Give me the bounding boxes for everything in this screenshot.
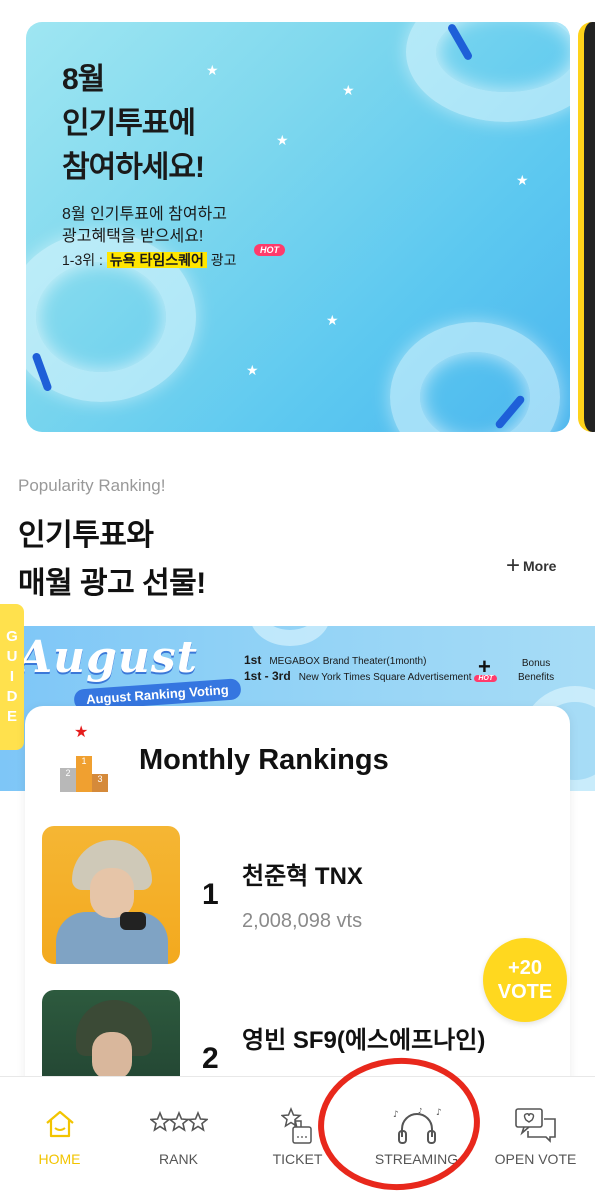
home-icon bbox=[45, 1110, 74, 1138]
bonus-benefits-text: Bonus Benefits bbox=[518, 658, 555, 683]
artist-name: 천준혁 TNX bbox=[242, 863, 363, 890]
star-icon: ★ bbox=[516, 172, 529, 188]
svg-text:♪: ♪ bbox=[393, 1110, 399, 1120]
headphones-icon: ♪ ♪ ♪ bbox=[393, 1107, 442, 1144]
star-icon: ★ bbox=[206, 62, 219, 78]
nav-ticket[interactable]: TICKET bbox=[238, 1077, 357, 1200]
artist-name: 영빈 SF9(에스에프나인) bbox=[242, 1027, 486, 1054]
nav-streaming[interactable]: ♪ ♪ ♪ STREAMING bbox=[357, 1077, 476, 1200]
plus-vote-button[interactable]: +20 VOTE bbox=[483, 938, 567, 1022]
vote-count: 2,008,098 vts bbox=[242, 910, 363, 932]
ticket-icon bbox=[280, 1107, 312, 1144]
plus-icon: + bbox=[506, 552, 521, 579]
svg-text:♪: ♪ bbox=[436, 1108, 442, 1118]
star-icon: ★ bbox=[246, 362, 259, 378]
ranking-row[interactable]: 1 천준혁 TNX 2,008,098 vts bbox=[42, 826, 542, 966]
podium-icon: ★ 2 1 3 bbox=[59, 722, 109, 792]
star-icon: ★ bbox=[326, 312, 339, 328]
guide-tab[interactable]: G U I D E bbox=[0, 604, 24, 750]
rank-number: 2 bbox=[202, 1042, 219, 1075]
august-benefits-text: 1st MEGABOX Brand Theater(1month) 1st - 3… bbox=[244, 653, 498, 686]
artist-photo bbox=[42, 826, 180, 964]
svg-text:♪: ♪ bbox=[418, 1107, 422, 1115]
banner-title: 8월 인기투표에 참여하세요! bbox=[62, 63, 205, 184]
nav-rank[interactable]: RANK bbox=[119, 1077, 238, 1200]
chat-vote-icon bbox=[514, 1108, 556, 1143]
section-label: Popularity Ranking! bbox=[18, 476, 166, 495]
hot-badge: HOT bbox=[254, 244, 285, 256]
bottom-nav: HOME RANK TICKET ♪ ♪ ♪ STREAMING OPEN VO… bbox=[0, 1076, 595, 1200]
highlight-text: 뉴욕 타임스퀘어 bbox=[106, 252, 207, 268]
banner-subtitle: 8월 인기투표에 참여하고 광고혜택을 받으세요! bbox=[62, 206, 227, 245]
nav-open-vote[interactable]: OPEN VOTE bbox=[476, 1077, 595, 1200]
banner-rank-line: 1-3위 : 뉴욕 타임스퀘어 광고 HOT bbox=[62, 244, 285, 270]
float-ring-decoration bbox=[406, 22, 570, 122]
next-banner-peek[interactable] bbox=[578, 22, 595, 432]
rank-number: 1 bbox=[202, 878, 219, 911]
more-button[interactable]: + More bbox=[506, 552, 556, 579]
nav-home[interactable]: HOME bbox=[0, 1077, 119, 1200]
star-icon: ★ bbox=[276, 132, 289, 148]
rankings-title: Monthly Rankings bbox=[139, 744, 389, 776]
stars-icon bbox=[149, 1110, 208, 1132]
star-icon: ★ bbox=[342, 82, 355, 98]
plus-sign: + bbox=[478, 654, 491, 679]
section-title: 인기투표와 매월 광고 선물! bbox=[18, 519, 206, 600]
float-ring-decoration bbox=[390, 322, 560, 432]
august-headline: August bbox=[18, 632, 198, 683]
promo-banner[interactable]: ★ ★ ★ ★ ★ ★ 8월 인기투표에 참여하세요! 8월 인기투표에 참여하… bbox=[26, 22, 570, 432]
monthly-rankings-card: ★ 2 1 3 Monthly Rankings 1 천준혁 TNX 2,008… bbox=[25, 706, 570, 1128]
